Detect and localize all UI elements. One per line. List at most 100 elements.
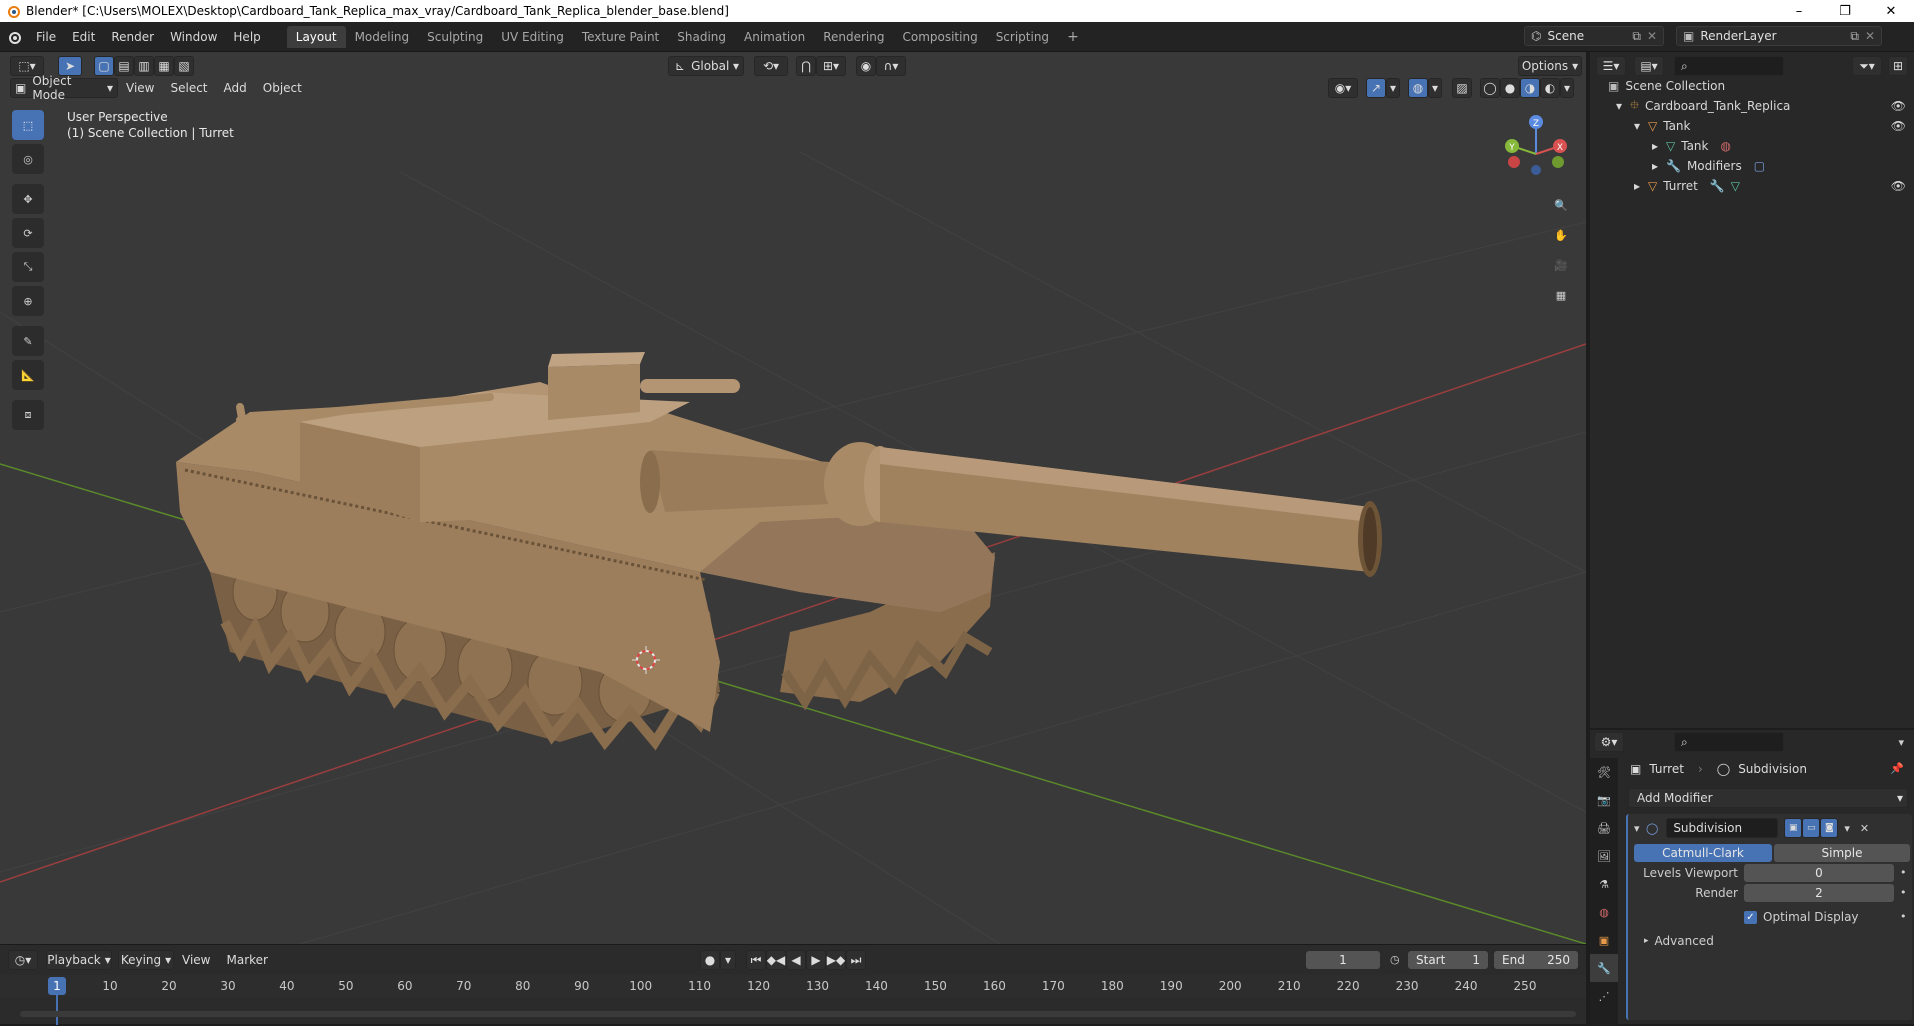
- display-mode-dropdown[interactable]: ▤▾: [1634, 56, 1664, 76]
- visibility-dropdown[interactable]: ◉▾: [1328, 78, 1358, 98]
- timeline-scrollbar[interactable]: [20, 1011, 1576, 1017]
- scene-selector[interactable]: ⌬ Scene ⧉ ✕: [1524, 26, 1664, 46]
- select-mode-tool[interactable]: ➤: [58, 56, 82, 76]
- output-tab[interactable]: 🖨: [1590, 814, 1618, 842]
- optimal-display-checkbox[interactable]: ✓: [1744, 910, 1757, 924]
- select-new-button[interactable]: ▢: [94, 56, 114, 76]
- render-levels-field[interactable]: 2: [1744, 884, 1894, 902]
- view-layer-tab[interactable]: 🖼: [1590, 842, 1618, 870]
- viewport-menu-add[interactable]: Add: [216, 81, 255, 95]
- outliner-search[interactable]: ⌕: [1674, 56, 1784, 76]
- keyframe-dot-icon[interactable]: •: [1900, 886, 1907, 899]
- object-mode-dropdown[interactable]: ▣ Object Mode ▾: [10, 74, 118, 102]
- visibility-eye-icon[interactable]: 👁: [1891, 179, 1906, 193]
- gizmo-dropdown[interactable]: ▾: [1386, 78, 1400, 98]
- tab-shading[interactable]: Shading: [668, 26, 735, 48]
- expand-arrow-icon[interactable]: ▸: [1652, 139, 1666, 153]
- zoom-button[interactable]: 🔍: [1548, 192, 1574, 218]
- filter-dropdown[interactable]: ⏷▾: [1852, 56, 1882, 76]
- cursor-tool[interactable]: ◎: [12, 144, 44, 174]
- copy-layer-icon[interactable]: ⧉: [1850, 29, 1859, 44]
- select-box-tool[interactable]: ⬚: [12, 110, 44, 140]
- options-dropdown[interactable]: Options ▾: [1518, 56, 1582, 76]
- outliner-row-tank[interactable]: ▾ ▽ Tank 👁: [1590, 116, 1914, 136]
- preview-range-icon[interactable]: ◷: [1390, 953, 1400, 966]
- overlay-toggle[interactable]: ◍: [1408, 78, 1428, 98]
- auto-keying-toggle[interactable]: ●: [700, 950, 720, 970]
- select-intersect-button[interactable]: ▧: [174, 56, 194, 76]
- expand-arrow-icon[interactable]: ▸: [1634, 179, 1648, 193]
- tab-sculpting[interactable]: Sculpting: [418, 26, 492, 48]
- object-tab[interactable]: ▣: [1590, 926, 1618, 954]
- render-display-toggle[interactable]: ◙: [1820, 818, 1839, 838]
- tab-rendering[interactable]: Rendering: [814, 26, 893, 48]
- timeline-editor-type[interactable]: ◷▾: [8, 950, 38, 970]
- navigation-gizmo[interactable]: Z X Y: [1496, 112, 1576, 192]
- editor-type-button[interactable]: ⬚▾: [10, 56, 44, 76]
- remove-layer-icon[interactable]: ✕: [1865, 29, 1875, 43]
- pin-icon[interactable]: 📌: [1890, 762, 1904, 775]
- add-modifier-dropdown[interactable]: Add Modifier ▾: [1628, 788, 1908, 808]
- close-button[interactable]: ✕: [1868, 4, 1914, 19]
- menu-render[interactable]: Render: [103, 30, 162, 44]
- tab-uv-editing[interactable]: UV Editing: [492, 26, 573, 48]
- shading-material-button[interactable]: ◑: [1520, 78, 1540, 98]
- keying-dropdown[interactable]: Keying ▾: [118, 950, 174, 970]
- keyframe-dot-icon[interactable]: •: [1900, 866, 1907, 879]
- outliner-editor-type[interactable]: ☰▾: [1596, 56, 1626, 76]
- menu-edit[interactable]: Edit: [64, 30, 103, 44]
- camera-view-button[interactable]: 🎥: [1548, 252, 1574, 278]
- tab-compositing[interactable]: Compositing: [893, 26, 986, 48]
- xray-toggle[interactable]: ▨: [1452, 78, 1472, 98]
- play-reverse-button[interactable]: ◀: [786, 950, 806, 970]
- jump-start-button[interactable]: ⏮: [746, 950, 766, 970]
- particles-tab[interactable]: ⋰: [1590, 982, 1618, 1010]
- world-tab[interactable]: ◍: [1590, 898, 1618, 926]
- tab-texture-paint[interactable]: Texture Paint: [573, 26, 668, 48]
- shading-solid-button[interactable]: ●: [1500, 78, 1520, 98]
- pan-button[interactable]: ✋: [1548, 222, 1574, 248]
- snap-target-dropdown[interactable]: ⊞▾: [816, 56, 846, 76]
- jump-end-button[interactable]: ⏭: [846, 950, 866, 970]
- end-frame-field[interactable]: End 250: [1494, 951, 1578, 969]
- move-tool[interactable]: ✥: [12, 184, 44, 214]
- scene-tab[interactable]: ⚗: [1590, 870, 1618, 898]
- viewport-menu-select[interactable]: Select: [162, 81, 215, 95]
- visibility-eye-icon[interactable]: 👁: [1891, 119, 1906, 133]
- tab-animation[interactable]: Animation: [735, 26, 814, 48]
- outliner-row-turret[interactable]: ▸ ▽ Turret 🔧 ▽ 👁: [1590, 176, 1914, 196]
- expand-arrow-icon[interactable]: ▸: [1644, 936, 1649, 946]
- properties-search[interactable]: ⌕: [1674, 732, 1784, 752]
- remove-icon[interactable]: ✕: [1647, 29, 1657, 43]
- shading-dropdown[interactable]: ▾: [1560, 78, 1574, 98]
- next-keyframe-button[interactable]: ▶◆: [826, 950, 846, 970]
- start-frame-field[interactable]: Start 1: [1408, 951, 1488, 969]
- shading-wireframe-button[interactable]: ◯: [1480, 78, 1500, 98]
- modifier-tab[interactable]: 🔧: [1590, 954, 1618, 982]
- falloff-dropdown[interactable]: ∩▾: [876, 56, 906, 76]
- keyframe-set-dropdown[interactable]: ▾: [720, 950, 736, 970]
- scale-tool[interactable]: ⤡: [12, 252, 44, 282]
- timeline-menu-view[interactable]: View: [174, 953, 218, 967]
- levels-viewport-field[interactable]: 0: [1744, 864, 1894, 882]
- keyframe-dot-icon[interactable]: •: [1900, 910, 1907, 923]
- advanced-section-label[interactable]: Advanced: [1655, 934, 1714, 948]
- shading-rendered-button[interactable]: ◐: [1540, 78, 1560, 98]
- simple-button[interactable]: Simple: [1774, 844, 1910, 862]
- playhead[interactable]: 1: [48, 977, 66, 995]
- pivot-point-dropdown[interactable]: ⟲▾: [754, 56, 788, 76]
- current-frame-field[interactable]: 1: [1306, 951, 1380, 969]
- measure-tool[interactable]: 📐: [12, 360, 44, 390]
- render-tab[interactable]: 📷: [1590, 786, 1618, 814]
- maximize-button[interactable]: ❐: [1822, 4, 1868, 19]
- select-subtract-button[interactable]: ▥: [134, 56, 154, 76]
- visibility-eye-icon[interactable]: 👁: [1891, 99, 1906, 113]
- menu-help[interactable]: Help: [225, 30, 268, 44]
- collapse-arrow-icon[interactable]: ▾: [1634, 822, 1646, 835]
- tab-modeling[interactable]: Modeling: [346, 26, 419, 48]
- viewport-display-toggle[interactable]: ▭: [1802, 818, 1821, 838]
- annotate-tool[interactable]: ✎: [12, 326, 44, 356]
- select-invert-button[interactable]: ▦: [154, 56, 174, 76]
- chevron-down-icon[interactable]: ▾: [1844, 822, 1850, 835]
- outliner-row-tank-mesh[interactable]: ▸ ▽ Tank ◍: [1590, 136, 1914, 156]
